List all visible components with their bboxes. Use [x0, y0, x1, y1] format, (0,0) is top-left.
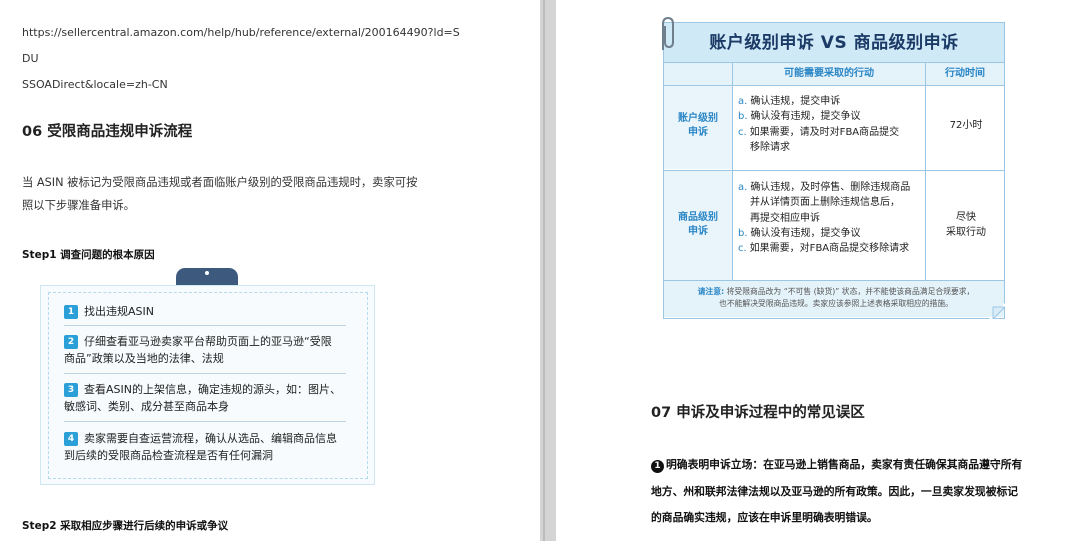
step-text-cont: 商品”政策以及当地的法律、法规	[64, 352, 224, 365]
card-tab-dot	[205, 271, 209, 275]
action-item: a. 确认违规，提交申诉	[738, 96, 841, 107]
reference-url[interactable]: https://sellercentral.amazon.com/help/hu…	[22, 20, 462, 98]
note-text: 将受限商品改为 “不可售 (缺货)” 状态，并不能使该商品满足合规要求，	[726, 287, 975, 296]
step-item-3: 3 查看ASIN的上架信息，确定违规的源头，如：图片、 敏感词、类别、成分甚至商品…	[64, 381, 354, 415]
action-item-cont: 并从详情页面上删除违规信息后，	[750, 197, 900, 209]
account-time: 72小时	[949, 120, 983, 131]
step1-heading: Step1 调查问题的根本原因	[22, 249, 155, 261]
note-label: 请注意:	[697, 287, 725, 296]
note-text-cont: 也不能解决受限商品违规。卖家应该参照上述表格采取相应的措施。	[719, 299, 953, 308]
row-label-account: 账户级别 申诉	[664, 86, 732, 169]
header-time: 行动时间	[926, 63, 1004, 85]
step-text: 仔细查看亚马逊卖家平台帮助页面上的亚马逊“受限	[84, 335, 332, 348]
action-item: c. 如果需要，请及时对FBA商品提交	[738, 126, 900, 138]
action-item: b. 确认没有违规，提交争议	[738, 111, 861, 123]
table-title: 账户级别申诉 VS 商品级别申诉	[664, 23, 1004, 62]
action-item: b. 确认没有违规，提交争议	[738, 227, 861, 239]
step-item-1: 1 找出违规ASIN	[64, 303, 354, 320]
product-time: 尽快 采取行动	[946, 212, 986, 238]
step-text-cont: 敏感词、类别、成分甚至商品本身	[64, 400, 229, 413]
table-note: 请注意: 将受限商品改为 “不可售 (缺货)” 状态，并不能使该商品满足合规要求…	[664, 281, 1004, 317]
intro-line-1: 当 ASIN 被标记为受限商品违规或者面临账户级别的受限商品违规时，卖家可按	[22, 176, 418, 189]
step-number-badge: 3	[64, 383, 78, 397]
action-item-cont: 再提交相应申诉	[750, 212, 820, 224]
row-label-product: 商品级别 申诉	[664, 171, 732, 280]
step-divider	[64, 373, 346, 374]
step2-heading: Step2 采取相应步骤进行后续的申诉或争议	[22, 520, 229, 532]
step-item-4: 4 卖家需要自查运营流程，确认从选品、编辑商品信息 到后续的受限商品检查流程是否有…	[64, 430, 354, 464]
paperclip-icon	[662, 16, 674, 50]
header-action: 可能需要采取的行动	[733, 63, 925, 85]
url-line-1: https://sellercentral.amazon.com/help/hu…	[22, 26, 460, 65]
intro-line-2: 照以下步骤准备申诉。	[22, 199, 135, 212]
step-number-badge: 1	[64, 305, 78, 319]
action-item-cont: 移除请求	[750, 141, 790, 153]
step-number-badge: 2	[64, 335, 78, 349]
action-item: a. 确认违规，及时停售、删除违规商品	[738, 182, 911, 193]
page-divider	[543, 0, 545, 541]
step-text: 找出违规ASIN	[84, 305, 154, 318]
action-item: c. 如果需要，对FBA商品提交移除请求	[738, 243, 910, 255]
step-text-cont: 到后续的受限商品检查流程是否有任何漏洞	[64, 449, 273, 462]
product-actions: a. 确认违规，及时停售、删除违规商品 并从详情页面上删除违规信息后， 再提交相应…	[738, 180, 924, 256]
step-divider	[64, 421, 346, 422]
step-number-badge: 4	[64, 432, 78, 446]
section-title-07: 07 申诉及申诉过程中的常见误区	[651, 405, 865, 421]
step-text: 卖家需要自查运营流程，确认从选品、编辑商品信息	[84, 432, 337, 445]
section-title-06: 06 受限商品违规申诉流程	[22, 124, 193, 140]
step-text: 查看ASIN的上架信息，确定违规的源头，如：图片、	[84, 383, 341, 396]
point-number-badge: 1	[651, 460, 664, 473]
table-column-rule	[925, 62, 926, 281]
header-blank	[664, 63, 732, 85]
page-fold-icon	[989, 303, 1005, 319]
url-line-2: SSOADirect&locale=zh-CN	[22, 78, 168, 91]
table-column-rule	[732, 62, 733, 281]
account-actions: a. 确认违规，提交申诉 b. 确认没有违规，提交争议 c. 如果需要，请及时对FBA…	[738, 94, 924, 155]
misconception-point-1: 1 明确表明申诉立场：在亚马逊上销售商品，卖家有责任确保其商品遵守所有 地方、州和…	[651, 458, 1023, 524]
intro-paragraph: 当 ASIN 被标记为受限商品违规或者面临账户级别的受限商品违规时，卖家可按 照…	[22, 171, 458, 217]
step-divider	[64, 325, 346, 326]
step-item-2: 2 仔细查看亚马逊卖家平台帮助页面上的亚马逊“受限 商品”政策以及当地的法律、法规	[64, 333, 354, 367]
